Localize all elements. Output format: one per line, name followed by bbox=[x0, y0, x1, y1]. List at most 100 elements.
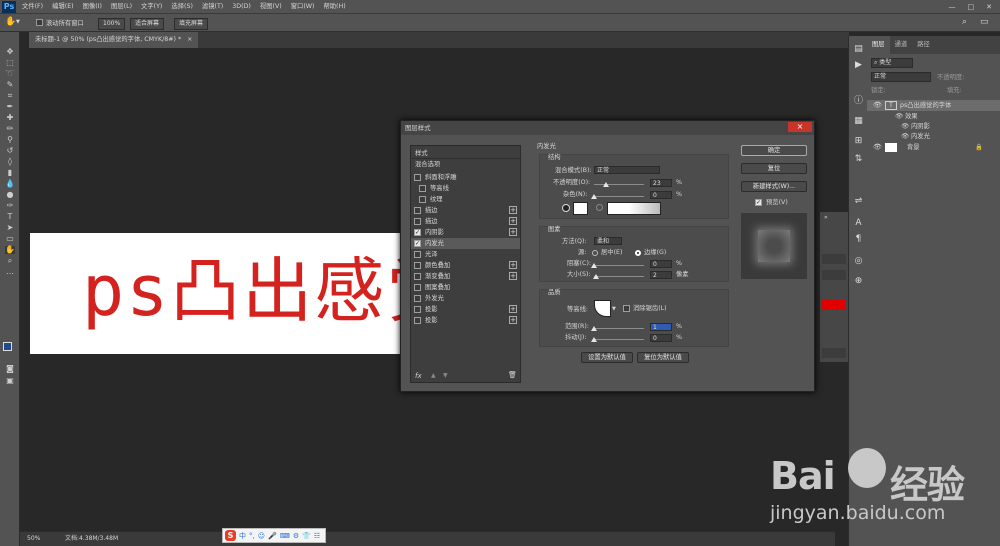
add-style-icon[interactable]: + bbox=[509, 305, 517, 313]
range-slider[interactable] bbox=[594, 328, 644, 329]
history-brush-icon[interactable]: ↺ bbox=[5, 147, 15, 155]
style-checkbox[interactable] bbox=[414, 207, 421, 214]
expand-icon[interactable]: » bbox=[824, 214, 828, 221]
marquee-tool-icon[interactable]: ⬚ bbox=[5, 59, 15, 67]
menu-item[interactable]: 滤镜(T) bbox=[202, 0, 223, 14]
ime-icon[interactable]: ☷ bbox=[314, 532, 320, 540]
preview-checkbox[interactable]: ✓ bbox=[755, 199, 762, 206]
history-panel-icon[interactable]: ▤ bbox=[853, 44, 864, 55]
jitter-input[interactable]: 0 bbox=[650, 334, 672, 342]
eye-icon[interactable]: 👁 bbox=[901, 131, 909, 142]
size-thumb[interactable] bbox=[593, 274, 599, 279]
eyedropper-icon[interactable]: ✒ bbox=[5, 103, 15, 111]
menu-item[interactable]: 选择(S) bbox=[171, 0, 193, 14]
menu-item[interactable]: 文件(F) bbox=[22, 0, 43, 14]
more-tools-icon[interactable]: … bbox=[5, 268, 15, 276]
eraser-icon[interactable]: ◊ bbox=[5, 158, 15, 166]
menu-item[interactable]: 文字(Y) bbox=[141, 0, 162, 14]
layer-comps-icon[interactable]: ▦ bbox=[853, 116, 864, 127]
panel-field[interactable] bbox=[822, 348, 846, 358]
style-checkbox[interactable] bbox=[414, 251, 421, 258]
paragraph-panel-icon[interactable]: ¶ bbox=[853, 234, 864, 245]
style-item[interactable]: ✓ 内阴影 + bbox=[411, 227, 520, 238]
blur-tool-icon[interactable]: 💧 bbox=[5, 180, 15, 188]
workspace-icon[interactable]: ▭ bbox=[980, 17, 989, 27]
add-style-icon[interactable]: + bbox=[509, 228, 517, 236]
move-up-icon[interactable]: ▲ bbox=[431, 372, 436, 379]
info-panel-icon[interactable]: ⓘ bbox=[853, 96, 864, 107]
opacity-thumb[interactable] bbox=[603, 182, 609, 187]
zoom-100-button[interactable]: 100% bbox=[98, 18, 126, 30]
fill-screen-button[interactable]: 填充屏幕 bbox=[174, 18, 209, 30]
style-checkbox[interactable]: ✓ bbox=[414, 240, 421, 247]
menu-item[interactable]: 帮助(H) bbox=[323, 0, 345, 14]
glow-gradient-swatch[interactable] bbox=[607, 202, 661, 215]
scroll-all-checkbox[interactable] bbox=[36, 19, 43, 26]
play-actions-icon[interactable]: ▶ bbox=[853, 60, 864, 71]
menu-item[interactable]: 视图(V) bbox=[260, 0, 282, 14]
chevron-down-icon[interactable]: ▼ bbox=[16, 19, 20, 25]
move-tool-icon[interactable]: ✥ bbox=[5, 48, 15, 56]
healing-brush-icon[interactable]: ✚ bbox=[5, 114, 15, 122]
maximize-icon[interactable]: □ bbox=[968, 0, 975, 14]
zoom-tool-icon[interactable]: ⌕ bbox=[5, 257, 15, 265]
ime-icon[interactable]: 🎤 bbox=[268, 532, 277, 540]
gradient-tool-icon[interactable]: ▮ bbox=[5, 169, 15, 177]
hand-tool-icon[interactable]: ✋ bbox=[5, 17, 16, 27]
3d-panel-icon[interactable]: ◎ bbox=[853, 256, 864, 267]
noise-thumb[interactable] bbox=[591, 194, 597, 199]
new-style-button[interactable]: 新建样式(W)... bbox=[741, 181, 807, 192]
style-checkbox[interactable] bbox=[414, 284, 421, 291]
style-checkbox[interactable] bbox=[414, 295, 421, 302]
method-select[interactable]: 柔和 bbox=[594, 237, 622, 245]
search-icon[interactable]: ⌕ bbox=[962, 17, 967, 27]
type-tool-icon[interactable]: T bbox=[5, 213, 15, 221]
style-item[interactable]: 斜面和浮雕 bbox=[411, 172, 520, 183]
style-item[interactable]: 投影 + bbox=[411, 315, 520, 326]
style-checkbox[interactable] bbox=[419, 185, 426, 192]
panel-field[interactable] bbox=[822, 254, 846, 264]
timeline-icon[interactable]: ⊕ bbox=[853, 276, 864, 287]
fx-icon[interactable]: fx bbox=[415, 372, 422, 380]
opacity-slider[interactable] bbox=[594, 184, 644, 185]
add-style-icon[interactable]: + bbox=[509, 272, 517, 280]
choke-slider[interactable] bbox=[594, 265, 644, 266]
style-checkbox[interactable] bbox=[414, 306, 421, 313]
chevron-down-icon[interactable]: ▼ bbox=[612, 306, 616, 312]
brushes-panel-icon[interactable]: ⇌ bbox=[853, 196, 864, 207]
minimize-icon[interactable]: — bbox=[949, 0, 956, 14]
style-item[interactable]: ✓ 内发光 bbox=[411, 238, 520, 249]
pen-tool-icon[interactable]: ✑ bbox=[5, 202, 15, 210]
eye-icon[interactable]: 👁 bbox=[873, 100, 882, 111]
menu-item[interactable]: 窗口(W) bbox=[291, 0, 315, 14]
clone-stamp-icon[interactable]: ⚲ bbox=[5, 136, 15, 144]
tab-channels[interactable]: 通道 bbox=[890, 36, 913, 54]
add-style-icon[interactable]: + bbox=[509, 261, 517, 269]
menu-item[interactable]: 编辑(E) bbox=[52, 0, 74, 14]
style-checkbox[interactable] bbox=[414, 174, 421, 181]
move-down-icon[interactable]: ▼ bbox=[443, 372, 448, 379]
ime-icon[interactable]: ☺ bbox=[258, 532, 265, 540]
range-input[interactable]: 1 bbox=[650, 323, 672, 331]
crop-tool-icon[interactable]: ⌗ bbox=[5, 92, 15, 100]
color-radio[interactable] bbox=[562, 204, 570, 212]
style-checkbox[interactable] bbox=[414, 262, 421, 269]
close-icon[interactable]: ✕ bbox=[986, 0, 992, 14]
quick-mask-icon[interactable]: ◙ bbox=[5, 365, 15, 373]
edge-radio[interactable] bbox=[635, 250, 641, 256]
close-tab-icon[interactable]: × bbox=[187, 36, 192, 43]
jitter-slider[interactable] bbox=[594, 339, 644, 340]
noise-input[interactable]: 0 bbox=[650, 191, 672, 199]
menu-item[interactable]: 图像(I) bbox=[83, 0, 102, 14]
style-checkbox[interactable] bbox=[419, 196, 426, 203]
blend-mode-select[interactable]: 正常 bbox=[594, 166, 660, 174]
layer-row-background[interactable]: 👁 背景 🔒 bbox=[867, 142, 1000, 153]
layer-blend-select[interactable]: 正常 bbox=[871, 72, 931, 82]
ime-icon[interactable]: °, bbox=[249, 532, 255, 540]
styles-header[interactable]: 样式 bbox=[411, 148, 520, 159]
screen-mode-icon[interactable]: ▣ bbox=[5, 377, 15, 385]
dodge-tool-icon[interactable]: ● bbox=[5, 191, 15, 199]
dialog-close-button[interactable]: × bbox=[788, 122, 812, 132]
red-swatch[interactable] bbox=[822, 300, 846, 310]
ok-button[interactable]: 确定 bbox=[741, 145, 807, 156]
